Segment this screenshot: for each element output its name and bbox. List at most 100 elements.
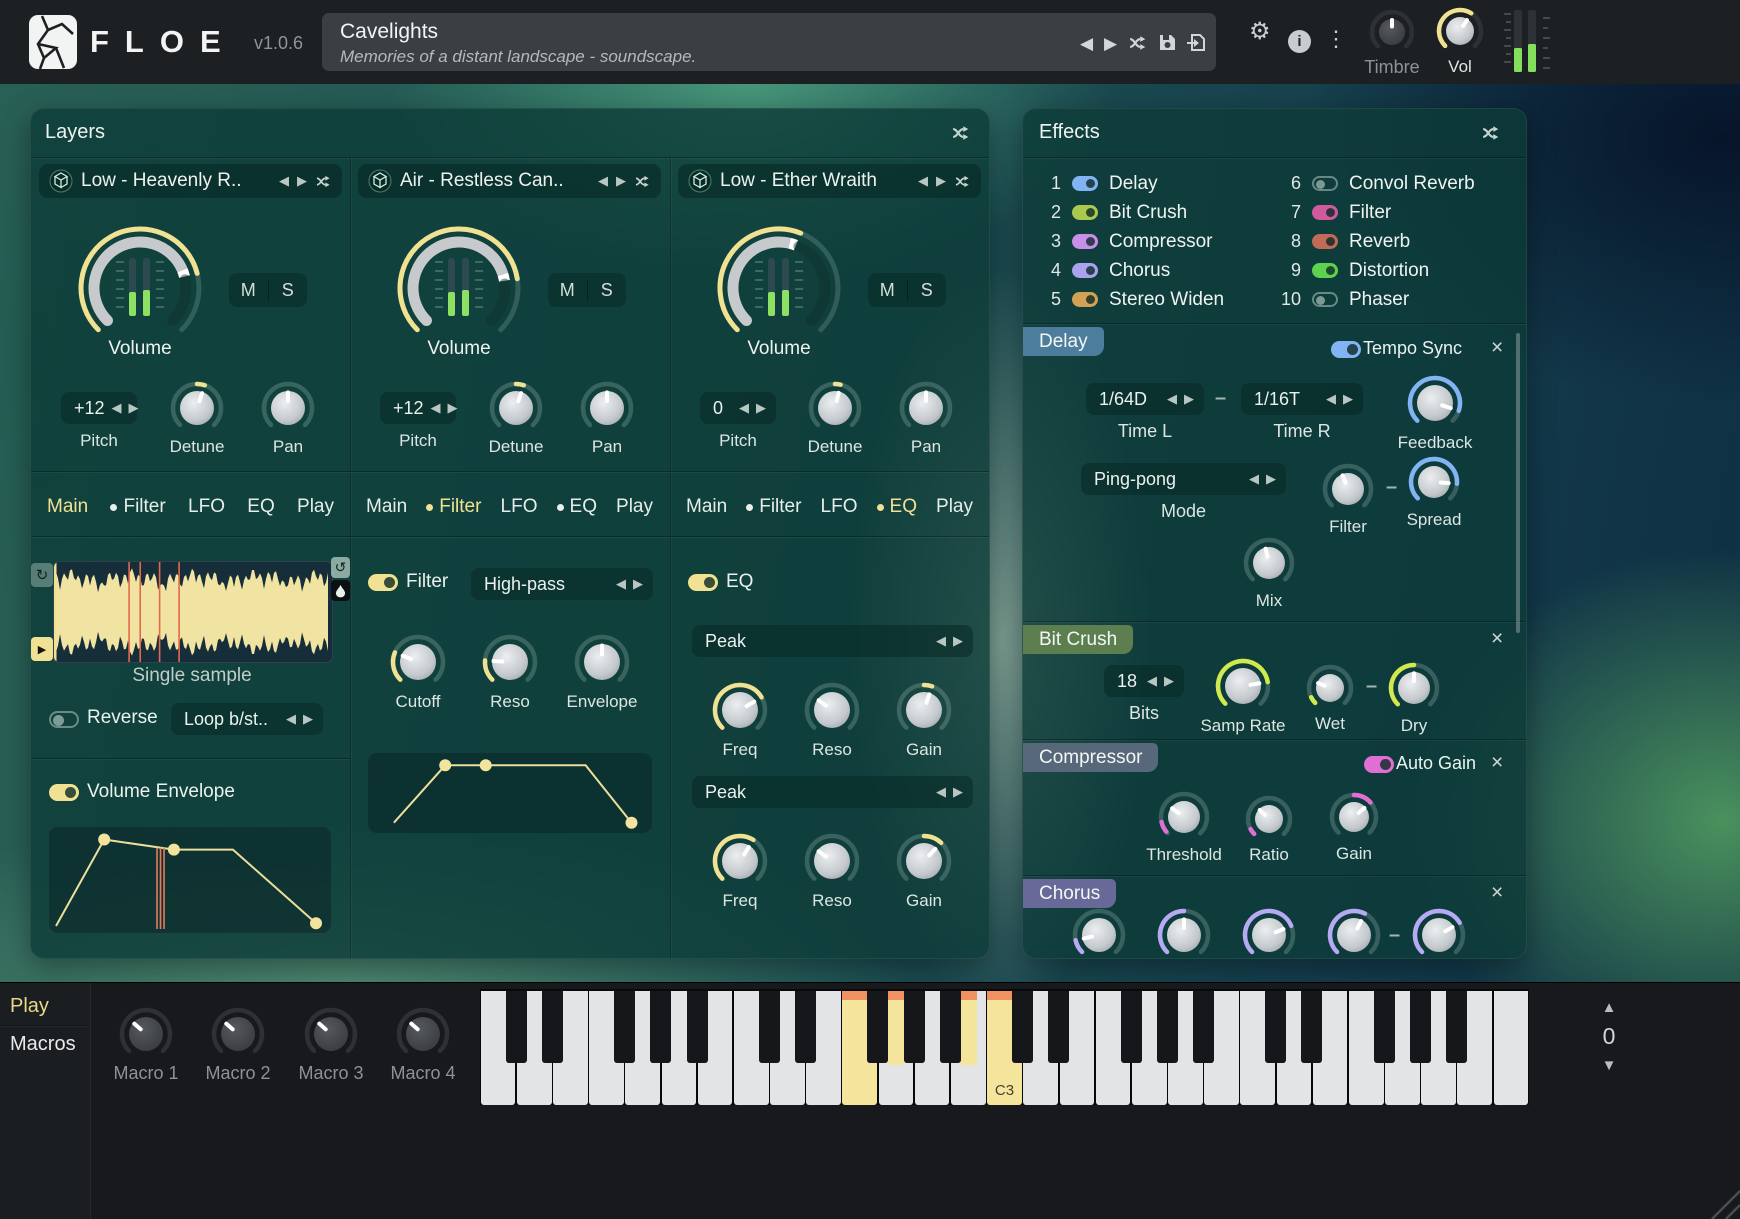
- piano-key-black[interactable]: [1121, 991, 1142, 1063]
- layer1-next-button[interactable]: ▶: [297, 173, 307, 189]
- piano-key-black[interactable]: [867, 991, 888, 1063]
- sample-play-icon[interactable]: ▶: [31, 637, 53, 661]
- bitcrush-close-icon[interactable]: ×: [1491, 627, 1503, 651]
- layer1-pitch-stepper[interactable]: +12◀▶: [61, 392, 137, 424]
- preset-box[interactable]: Cavelights Memories of a distant landsca…: [322, 13, 1216, 71]
- eq-band2-type-selector[interactable]: Peak◀▶: [692, 776, 973, 808]
- layer3-mute-solo[interactable]: MS: [868, 273, 946, 307]
- piano-key-black[interactable]: [506, 991, 527, 1063]
- reverse-toggle[interactable]: [49, 711, 79, 728]
- layer2-prev-button[interactable]: ◀: [598, 173, 608, 189]
- layer3-random-icon[interactable]: [954, 174, 971, 189]
- tab-eq[interactable]: EQ: [247, 496, 274, 518]
- tab-lfo[interactable]: LFO: [501, 496, 538, 518]
- layer3-volume-knob[interactable]: Volume: [713, 222, 845, 359]
- gear-icon[interactable]: ⚙: [1249, 17, 1271, 46]
- layer2-random-icon[interactable]: [634, 174, 651, 189]
- effect-enable-toggle[interactable]: [1312, 263, 1338, 278]
- delay-section-tab[interactable]: Delay: [1023, 327, 1104, 356]
- delay-feedback-knob[interactable]: Feedback: [1407, 375, 1463, 436]
- auto-gain-toggle[interactable]: [1364, 756, 1394, 773]
- effect-name[interactable]: Chorus: [1109, 260, 1170, 282]
- tab-lfo[interactable]: LFO: [188, 496, 225, 518]
- fade-icon[interactable]: [331, 580, 350, 601]
- delay-spread-knob[interactable]: Spread: [1408, 456, 1460, 513]
- loop-mode-selector[interactable]: Loop b/st..◀▶: [171, 703, 323, 735]
- effect-name[interactable]: Filter: [1349, 202, 1391, 224]
- filter-envelope-knob[interactable]: Envelope: [574, 634, 630, 695]
- preset-prev-button[interactable]: ◀: [1080, 34, 1093, 54]
- tab-play[interactable]: Play: [936, 496, 973, 518]
- layer3-pan-knob[interactable]: Pan: [899, 381, 953, 440]
- preset-next-button[interactable]: ▶: [1104, 34, 1117, 54]
- preset-random-icon[interactable]: [1128, 34, 1148, 52]
- loop-mode-icon[interactable]: ↻: [31, 563, 53, 587]
- dry-knob[interactable]: Dry: [1388, 662, 1440, 719]
- layer3-pitch-stepper[interactable]: 0◀▶: [700, 392, 776, 424]
- piano-key-black[interactable]: [650, 991, 671, 1063]
- solo-button[interactable]: S: [588, 280, 627, 301]
- volume-envelope-graph[interactable]: [49, 827, 331, 933]
- effect-name[interactable]: Compressor: [1109, 231, 1212, 253]
- effect-enable-toggle[interactable]: [1072, 263, 1098, 278]
- delay-time-r-selector[interactable]: 1/16T◀▶: [1241, 383, 1363, 415]
- vol-knob[interactable]: Vol: [1436, 7, 1484, 60]
- macro-1-knob[interactable]: Macro 1: [119, 1007, 173, 1066]
- eq1-freq-knob[interactable]: Freq: [712, 682, 768, 743]
- eq1-reso-knob[interactable]: Reso: [804, 682, 860, 743]
- tab-main[interactable]: Main: [47, 496, 88, 518]
- layer1-mute-solo[interactable]: MS: [229, 273, 307, 307]
- resize-handle[interactable]: [1702, 1181, 1740, 1219]
- mute-button[interactable]: M: [229, 280, 269, 301]
- effect-name[interactable]: Distortion: [1349, 260, 1429, 282]
- piano-key-black[interactable]: [1446, 991, 1467, 1063]
- eq-toggle[interactable]: [688, 574, 718, 591]
- layer2-header[interactable]: Air - Restless Can.. ◀ ▶: [358, 164, 661, 198]
- layer3-detune-knob[interactable]: Detune: [808, 381, 862, 440]
- piano-key-black[interactable]: [687, 991, 708, 1063]
- piano-key-black[interactable]: [614, 991, 635, 1063]
- tempo-sync-toggle[interactable]: [1331, 341, 1361, 358]
- effect-name[interactable]: Bit Crush: [1109, 202, 1187, 224]
- eq1-gain-knob[interactable]: Gain: [896, 682, 952, 743]
- effect-enable-toggle[interactable]: [1072, 292, 1098, 307]
- eq2-reso-knob[interactable]: Reso: [804, 833, 860, 894]
- filter-reso-knob[interactable]: Reso: [482, 634, 538, 695]
- piano-key-white[interactable]: [1494, 991, 1529, 1105]
- wet-knob[interactable]: Wet: [1306, 664, 1354, 717]
- filter-toggle[interactable]: [368, 574, 398, 591]
- layer2-next-button[interactable]: ▶: [616, 173, 626, 189]
- tab-main[interactable]: Main: [686, 496, 727, 518]
- effect-name[interactable]: Phaser: [1349, 289, 1409, 311]
- macro-2-knob[interactable]: Macro 2: [211, 1007, 265, 1066]
- eq2-gain-knob[interactable]: Gain: [896, 833, 952, 894]
- eq2-freq-knob[interactable]: Freq: [712, 833, 768, 894]
- layer3-header[interactable]: Low - Ether Wraith ◀ ▶: [678, 164, 981, 198]
- piano-key-black[interactable]: [940, 991, 961, 1063]
- piano-key-black[interactable]: [759, 991, 780, 1063]
- chorus-knob-1[interactable]: [1072, 908, 1126, 959]
- randomize-layers-icon[interactable]: [951, 124, 971, 142]
- tab-play[interactable]: Play: [10, 995, 49, 1018]
- layer2-pan-knob[interactable]: Pan: [580, 381, 634, 440]
- piano-key-black[interactable]: [1012, 991, 1033, 1063]
- piano-key-black[interactable]: [1157, 991, 1178, 1063]
- tab-filter[interactable]: Filter: [426, 496, 481, 518]
- piano-key-black[interactable]: [1193, 991, 1214, 1063]
- comp-gain-knob[interactable]: Gain: [1329, 792, 1379, 847]
- layer3-next-button[interactable]: ▶: [936, 173, 946, 189]
- effects-scrollbar[interactable]: [1516, 333, 1520, 633]
- piano-key-black[interactable]: [1265, 991, 1286, 1063]
- bits-stepper[interactable]: 18◀▶: [1104, 665, 1184, 697]
- delay-mix-knob[interactable]: Mix: [1243, 537, 1295, 594]
- octave-up-icon[interactable]: ▲: [1594, 999, 1624, 1016]
- filter-shape-graph[interactable]: [368, 753, 652, 833]
- overflow-menu-icon[interactable]: ⋮: [1325, 26, 1347, 52]
- layer1-volume-knob[interactable]: Volume: [74, 222, 206, 359]
- tab-filter[interactable]: Filter: [746, 496, 801, 518]
- layer2-pitch-stepper[interactable]: +12◀▶: [380, 392, 456, 424]
- piano-key-black[interactable]: [1048, 991, 1069, 1063]
- layer2-detune-knob[interactable]: Detune: [489, 381, 543, 440]
- macro-3-knob[interactable]: Macro 3: [304, 1007, 358, 1066]
- layer1-prev-button[interactable]: ◀: [279, 173, 289, 189]
